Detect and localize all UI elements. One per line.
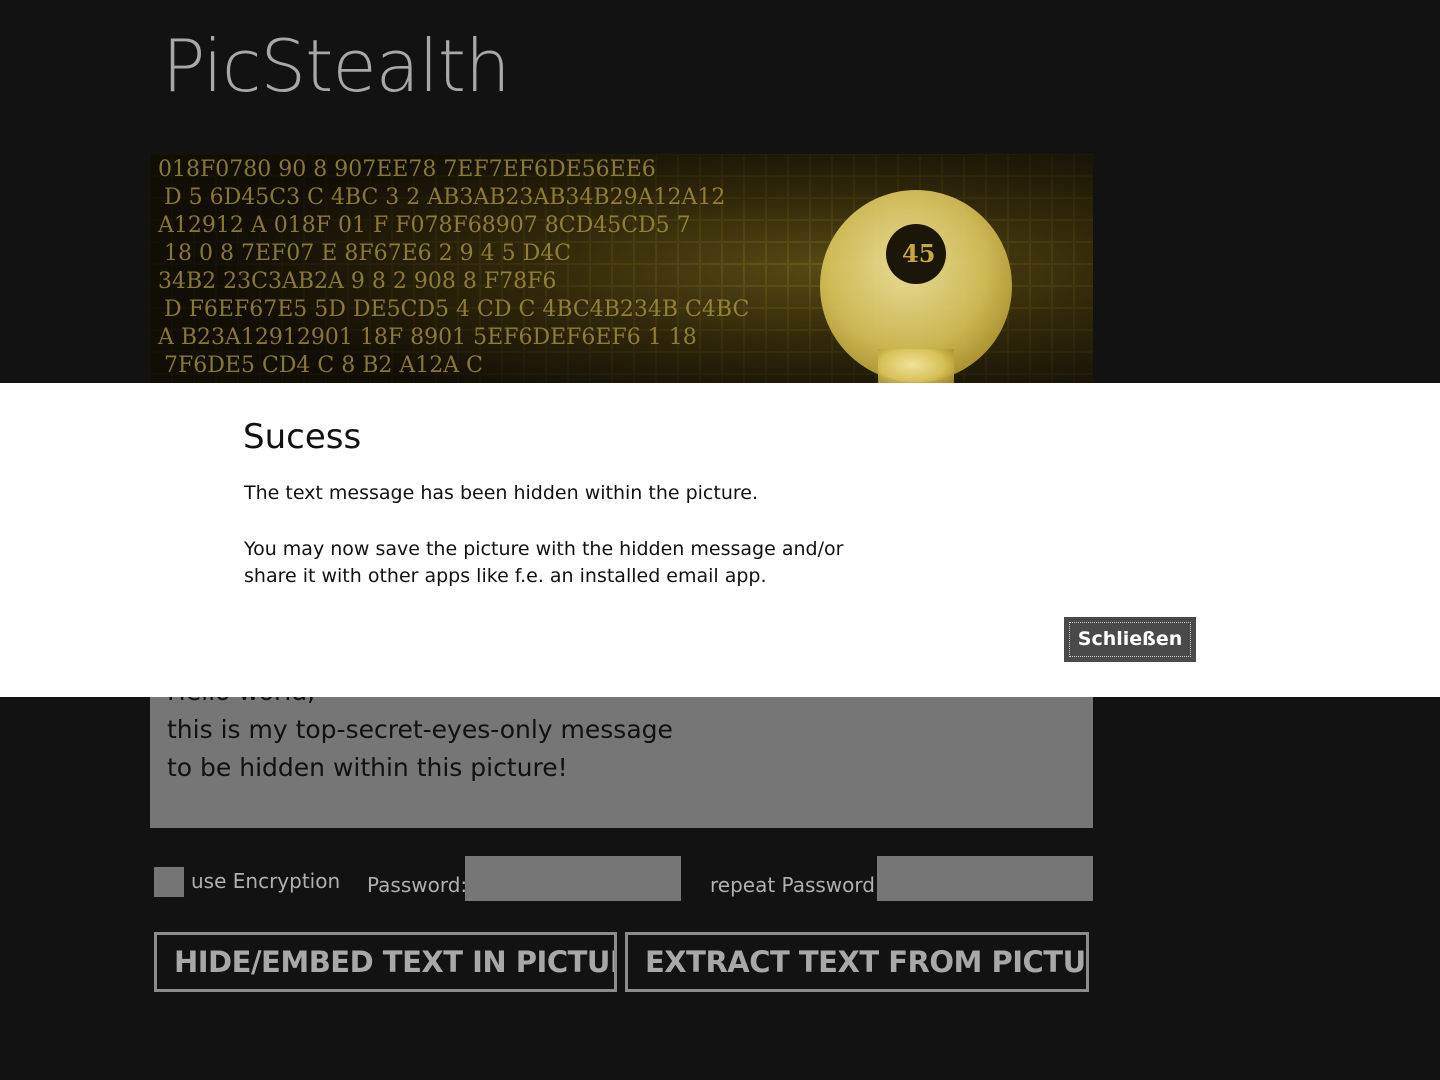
use-encryption-label: use Encryption [191, 869, 341, 893]
message-line-2: this is my top-secret-eyes-only message [167, 715, 673, 744]
repeat-password-input[interactable] [877, 856, 1093, 901]
key-icon: 45 [820, 190, 1012, 383]
repeat-password-label: repeat Password: [710, 873, 882, 897]
hex-row: 7F6DE5 CD4 C 8 B2 A12A C [164, 353, 483, 378]
close-dialog-button[interactable]: Schließen [1064, 617, 1196, 662]
close-button-label: Schließen [1077, 628, 1183, 650]
message-textarea[interactable]: Hello world, this is my top-secret-eyes-… [150, 697, 1093, 828]
extract-text-button[interactable]: EXTRACT TEXT FROM PICTURE [625, 932, 1089, 992]
hex-row: D F6EF67E5 5D DE5CD5 4 CD C 4BC4B234B C4… [164, 297, 749, 322]
hex-row: A12912 A 018F 01 F F078F68907 8CD45CD5 7 [157, 213, 691, 238]
encryption-options: use Encryption Password: repeat Password… [154, 856, 1094, 902]
hex-row: 34B2 23C3AB2A 9 8 2 908 8 F78F6 [158, 269, 556, 294]
hex-row: A B23A12912901 18F 8901 5EF6DEF6EF6 1 18 [157, 325, 697, 350]
message-line-1: Hello world, [167, 697, 1076, 711]
success-dialog: Sucess The text message has been hidden … [0, 383, 1440, 697]
dialog-paragraph-1: The text message has been hidden within … [244, 482, 758, 504]
hex-row: 018F0780 90 8 907EE78 7EF7EF6DE56EE6 [158, 157, 656, 182]
hex-code-key-image: 018F0780 90 8 907EE78 7EF7EF6DE56EE6 D 5 … [150, 154, 1093, 383]
password-input[interactable] [465, 856, 681, 901]
use-encryption-checkbox[interactable] [154, 867, 184, 897]
password-label: Password: [367, 873, 468, 897]
dialog-paragraph-2: You may now save the picture with the hi… [244, 538, 844, 587]
message-line-3: to be hidden within this picture! [167, 753, 568, 782]
hex-row: D 5 6D45C3 C 4BC 3 2 AB3AB23AB34B29A12A1… [164, 185, 725, 210]
hex-row: 18 0 8 7EF07 E 8F67E6 2 9 4 5 D4C [164, 241, 571, 266]
app-title: PicStealth [162, 24, 511, 108]
dialog-title: Sucess [243, 417, 362, 457]
hide-text-button[interactable]: HIDE/EMBED TEXT IN PICTURE [154, 932, 617, 992]
dialog-message: The text message has been hidden within … [244, 480, 884, 590]
app-window: PicStealth 018F0780 90 8 907EE78 7EF7EF6… [0, 0, 1440, 1080]
key-hex-text: 45 [902, 239, 935, 268]
